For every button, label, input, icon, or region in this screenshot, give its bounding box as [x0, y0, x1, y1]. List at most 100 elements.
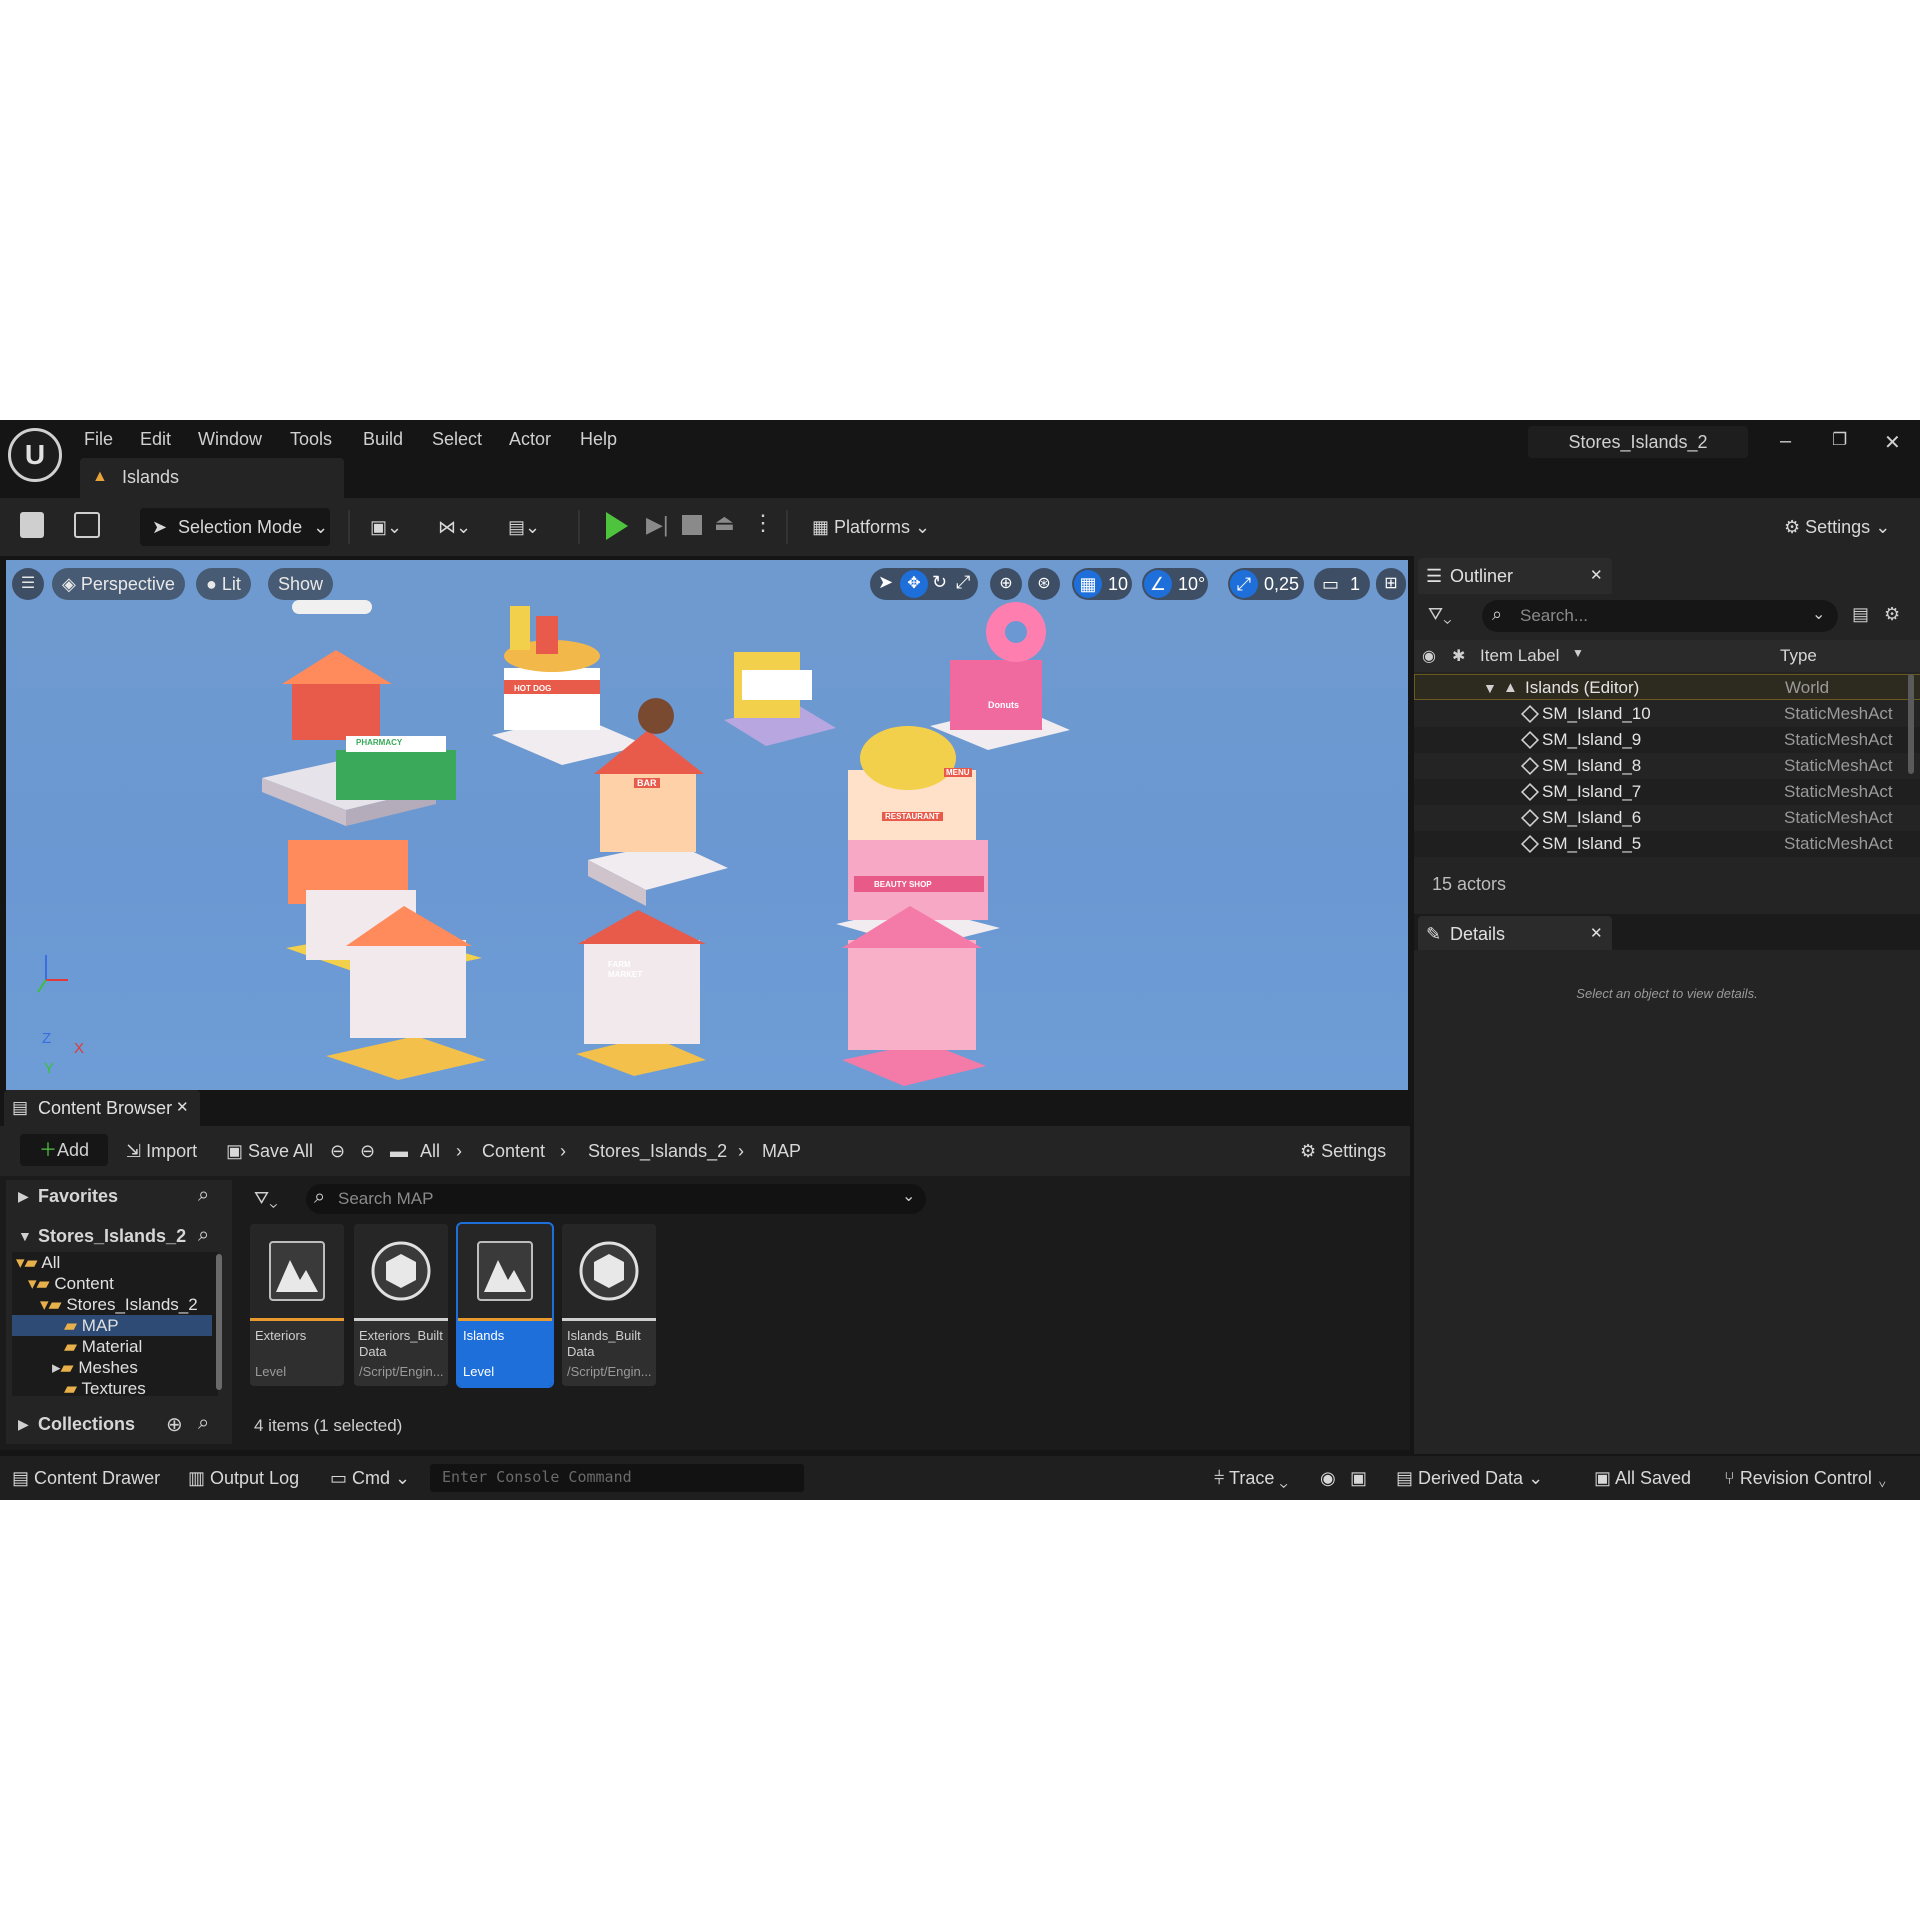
play-icon[interactable] — [606, 512, 628, 540]
search-icon[interactable]: ⌕ — [198, 1224, 209, 1247]
asset-tile-exteriors[interactable]: Exteriors Level — [250, 1224, 344, 1386]
item-label-column[interactable]: Item Label — [1480, 646, 1559, 666]
add-actor-icon[interactable]: ▣⌄ — [370, 508, 416, 546]
revision-control-dropdown[interactable]: ⑂ Revision Control ⌄ — [1724, 1456, 1888, 1500]
folder-icon: ▰ — [64, 1316, 82, 1335]
outliner-icon: ☰ — [1426, 566, 1443, 586]
outliner-row[interactable]: SM_Island_8 StaticMeshAct — [1414, 753, 1920, 779]
breadcrumb-all[interactable]: All — [420, 1136, 440, 1166]
chevron-right-icon[interactable]: ▶ — [18, 1416, 29, 1433]
blueprint-icon[interactable]: ⋈⌄ — [438, 508, 484, 546]
favorites-section[interactable]: Favorites — [38, 1186, 118, 1207]
outliner-row[interactable]: SM_Island_7 StaticMeshAct — [1414, 779, 1920, 805]
all-saved-button[interactable]: ▣ All Saved — [1594, 1456, 1691, 1500]
asset-tile-islands-built-data[interactable]: Islands_Built Data /Script/Engin... — [562, 1224, 656, 1386]
menu-file[interactable]: File — [84, 426, 113, 452]
asset-tile-exteriors-built-data[interactable]: Exteriors_Built Data /Script/Engin... — [354, 1224, 448, 1386]
project-section[interactable]: Stores_Islands_2 — [38, 1226, 186, 1247]
details-tab[interactable]: ✎ Details ✕ — [1418, 916, 1612, 952]
add-button[interactable]: ＋Add — [20, 1134, 108, 1166]
outliner-row-world[interactable]: ▼ ▲ Islands (Editor) World — [1414, 674, 1920, 700]
eject-icon[interactable]: ⏏ — [714, 510, 735, 536]
menu-select[interactable]: Select — [432, 426, 482, 452]
more-options-icon[interactable]: ⋮ — [752, 510, 774, 536]
outliner-settings-icon[interactable]: ⚙ — [1884, 604, 1900, 625]
output-log-button[interactable]: ▥ Output Log — [188, 1456, 299, 1500]
search-icon[interactable]: ⌕ — [198, 1184, 209, 1207]
collections-section[interactable]: Collections — [38, 1414, 135, 1435]
settings-dropdown[interactable]: ⚙ Settings ⌄ — [1784, 508, 1904, 546]
cmd-dropdown[interactable]: ▭ Cmd ⌄ — [330, 1456, 410, 1500]
menu-help[interactable]: Help — [580, 426, 617, 452]
tree-item-stores-islands[interactable]: ▾▰ Stores_Islands_2 — [40, 1294, 198, 1315]
close-icon[interactable]: ✕ — [1884, 430, 1901, 455]
menu-actor[interactable]: Actor — [509, 426, 551, 452]
cb-settings-label: Settings — [1321, 1141, 1387, 1161]
menu-build[interactable]: Build — [363, 426, 403, 452]
outliner-scrollbar[interactable] — [1908, 674, 1914, 774]
forward-icon[interactable]: ⊖ — [360, 1136, 375, 1166]
outliner-row[interactable]: SM_Island_6 StaticMeshAct — [1414, 805, 1920, 831]
browse-icon[interactable] — [74, 512, 100, 538]
tree-item-map[interactable]: ▰ MAP — [12, 1315, 212, 1336]
outliner-row[interactable]: SM_Island_5 StaticMeshAct — [1414, 831, 1920, 857]
breadcrumb-stores-islands[interactable]: Stores_Islands_2 — [588, 1136, 727, 1166]
expand-icon[interactable]: ▼ — [1483, 675, 1497, 701]
save-all-button[interactable]: ▣ Save All — [226, 1136, 313, 1166]
selection-mode-dropdown[interactable]: ➤ Selection Mode ⌄ — [140, 508, 330, 546]
screenshot-icon[interactable]: ▣ — [1350, 1456, 1367, 1500]
tree-scrollbar[interactable] — [216, 1254, 222, 1390]
restore-icon[interactable]: ❐ — [1832, 430, 1847, 450]
trace-dropdown[interactable]: ⫩ Trace ⌄ — [1214, 1456, 1288, 1500]
menu-edit[interactable]: Edit — [140, 426, 171, 452]
tree-item-meshes[interactable]: ▸▰ Meshes — [52, 1357, 138, 1378]
details-panel: ✎ Details ✕ Select an object to view det… — [1414, 914, 1920, 1454]
back-icon[interactable]: ⊖ — [330, 1136, 345, 1166]
close-tab-icon[interactable]: ✕ — [1590, 916, 1603, 952]
stop-icon[interactable] — [682, 515, 702, 535]
breadcrumb-map[interactable]: MAP — [762, 1136, 801, 1166]
platforms-dropdown[interactable]: ▦ Platforms ⌄ — [812, 508, 942, 546]
all-saved-label: All Saved — [1615, 1468, 1692, 1488]
record-icon[interactable]: ◉ — [1320, 1456, 1336, 1500]
cb-settings-button[interactable]: ⚙ Settings — [1300, 1136, 1386, 1166]
save-icon[interactable] — [20, 512, 44, 538]
outliner-search-input[interactable]: ⌕ Search... ⌄ — [1482, 600, 1838, 632]
search-icon[interactable]: ⌕ — [198, 1412, 209, 1435]
add-folder-icon[interactable]: ▤ — [1852, 604, 1869, 625]
close-tab-icon[interactable]: ✕ — [176, 1090, 189, 1126]
close-tab-icon[interactable]: ✕ — [1590, 558, 1603, 594]
content-browser-tab[interactable]: ▤ Content Browser ✕ — [4, 1090, 200, 1126]
filter-icon[interactable]: ⛛⌄ — [254, 1188, 278, 1209]
level-tab[interactable]: ▲ Islands — [80, 458, 344, 498]
level-viewport[interactable]: ☰ ◈ Perspective ● Lit Show ➤ ✥ ↻ ⤢ ⊕ ⊛ ▦… — [6, 560, 1408, 1090]
filter-icon[interactable]: ⛛⌄ — [1428, 604, 1452, 625]
content-drawer-button[interactable]: ▤ Content Drawer — [12, 1456, 160, 1500]
tree-item-material[interactable]: ▰ Material — [64, 1336, 142, 1357]
tree-item-content[interactable]: ▾▰ Content — [28, 1273, 114, 1294]
cinematics-icon[interactable]: ▤⌄ — [508, 508, 554, 546]
chevron-right-icon[interactable]: ▶ — [18, 1188, 29, 1205]
add-collection-icon[interactable]: ⊕ — [166, 1412, 183, 1437]
tree-item-textures[interactable]: ▰ Textures — [64, 1378, 146, 1396]
derived-data-dropdown[interactable]: ▤ Derived Data ⌄ — [1396, 1456, 1543, 1500]
outliner-tab[interactable]: ☰ Outliner ✕ — [1418, 558, 1612, 594]
asset-tile-islands-selected[interactable]: Islands Level — [456, 1222, 554, 1388]
asset-search-input[interactable]: ⌕ Search MAP ⌄ — [306, 1184, 926, 1214]
tree-item-all[interactable]: ▾▰ All — [16, 1252, 60, 1273]
outliner-row[interactable]: SM_Island_10 StaticMeshAct — [1414, 701, 1920, 727]
console-input[interactable]: Enter Console Command — [430, 1464, 804, 1492]
unreal-logo-icon[interactable]: U — [8, 428, 62, 482]
outliner-row[interactable]: SM_Island_9 StaticMeshAct — [1414, 727, 1920, 753]
pin-icon[interactable]: ✱ — [1452, 646, 1465, 666]
visibility-icon[interactable]: ◉ — [1422, 646, 1436, 666]
chevron-down-icon[interactable]: ▼ — [18, 1228, 32, 1244]
minimize-icon[interactable]: – — [1780, 430, 1791, 453]
menu-window[interactable]: Window — [198, 426, 262, 452]
breadcrumb-content[interactable]: Content — [482, 1136, 545, 1166]
import-button[interactable]: ⇲ Import — [126, 1136, 197, 1166]
type-column[interactable]: Type — [1780, 646, 1817, 666]
advance-frame-icon[interactable]: ▶| — [646, 512, 669, 538]
actor-count: 15 actors — [1432, 874, 1507, 894]
menu-tools[interactable]: Tools — [290, 426, 332, 452]
